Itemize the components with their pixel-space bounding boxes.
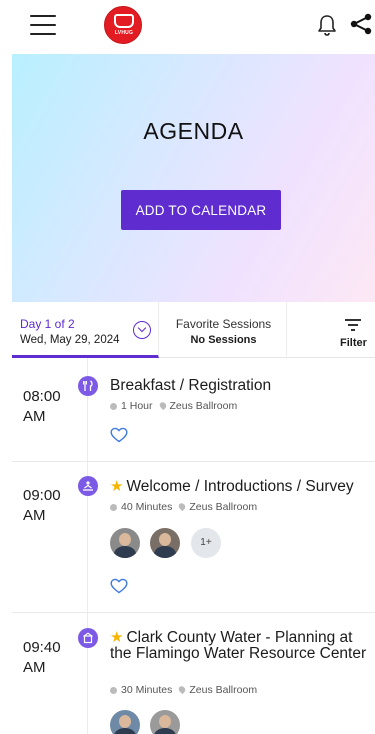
- session-time-ampm: AM: [23, 659, 46, 676]
- session-time-ampm: AM: [23, 408, 46, 425]
- agenda-tabs: Day 1 of 2 Wed, May 29, 2024 Favorite Se…: [12, 302, 375, 358]
- filter-button[interactable]: Filter: [332, 302, 375, 358]
- speaker-avatar[interactable]: [150, 710, 180, 734]
- tab-day-selector[interactable]: Day 1 of 2 Wed, May 29, 2024: [12, 302, 159, 358]
- session-time-hm: 08:00: [23, 388, 61, 405]
- top-bar: LVHUG: [0, 0, 375, 54]
- logo-text: LVHUG: [114, 30, 134, 36]
- session-meta: 40 Minutes Zeus Ballroom: [110, 501, 257, 513]
- filter-label: Filter: [340, 337, 367, 349]
- chevron-down-icon[interactable]: [133, 321, 151, 339]
- divider: [12, 612, 375, 613]
- filter-icon: [345, 319, 361, 331]
- speaker-avatar[interactable]: [110, 710, 140, 734]
- organization-logo[interactable]: LVHUG: [104, 6, 142, 44]
- logo-emblem: [114, 14, 134, 28]
- session-title-text: Welcome / Introductions / Survey: [126, 478, 354, 495]
- presentation-icon: [78, 476, 98, 496]
- session-meta: 1 Hour Zeus Ballroom: [110, 400, 237, 412]
- session-time: 09:00 AM: [23, 486, 61, 526]
- day-label: Day 1 of 2: [20, 317, 75, 331]
- session-room: Zeus Ballroom: [189, 684, 258, 696]
- session-time: 08:00 AM: [23, 387, 61, 427]
- bell-icon[interactable]: [316, 13, 338, 37]
- session-time-ampm: AM: [23, 507, 46, 524]
- session-title[interactable]: ★ Welcome / Introductions / Survey: [110, 479, 375, 495]
- favorites-value: No Sessions: [190, 334, 257, 346]
- star-icon: ★: [110, 629, 124, 646]
- hamburger-menu-icon[interactable]: [30, 15, 56, 35]
- clock-icon: [110, 503, 117, 511]
- star-icon: ★: [110, 478, 124, 495]
- page-title: AGENDA: [143, 118, 244, 144]
- speaker-avatar[interactable]: [150, 528, 180, 558]
- day-date: Wed, May 29, 2024: [20, 334, 120, 346]
- session-time: 09:40 AM: [23, 638, 61, 678]
- session-title-text: Clark County Water - Planning at the Fla…: [110, 629, 367, 662]
- share-icon[interactable]: [350, 12, 372, 36]
- heart-icon[interactable]: [110, 578, 128, 594]
- clock-icon: [110, 402, 117, 410]
- session-meta: 30 Minutes Zeus Ballroom: [110, 684, 257, 696]
- add-to-calendar-button[interactable]: ADD TO CALENDAR: [121, 190, 281, 230]
- favorites-label: Favorite Sessions: [175, 317, 272, 331]
- building-icon: [78, 628, 98, 648]
- session-room: Zeus Ballroom: [189, 501, 258, 513]
- location-pin-icon: [177, 684, 187, 695]
- session-duration: 1 Hour: [121, 400, 153, 412]
- divider: [12, 461, 375, 462]
- session-title[interactable]: Breakfast / Registration: [110, 378, 375, 394]
- session-duration: 40 Minutes: [121, 501, 173, 513]
- clock-icon: [110, 686, 117, 694]
- agenda-banner: AGENDA ADD TO CALENDAR: [12, 54, 375, 302]
- heart-icon[interactable]: [110, 427, 128, 443]
- more-speakers-badge[interactable]: 1+: [191, 528, 221, 558]
- location-pin-icon: [157, 400, 168, 411]
- session-room: Zeus Ballroom: [169, 400, 238, 412]
- timeline-line: [87, 358, 88, 734]
- session-time-hm: 09:00: [23, 487, 61, 504]
- session-title[interactable]: ★ Clark County Water - Planning at the Fl…: [110, 630, 375, 662]
- session-duration: 30 Minutes: [121, 684, 173, 696]
- utensils-icon: [78, 376, 98, 396]
- tab-favorite-sessions[interactable]: Favorite Sessions No Sessions: [160, 302, 287, 358]
- location-pin-icon: [177, 501, 187, 512]
- speaker-avatar[interactable]: [110, 528, 140, 558]
- session-time-hm: 09:40: [23, 639, 61, 656]
